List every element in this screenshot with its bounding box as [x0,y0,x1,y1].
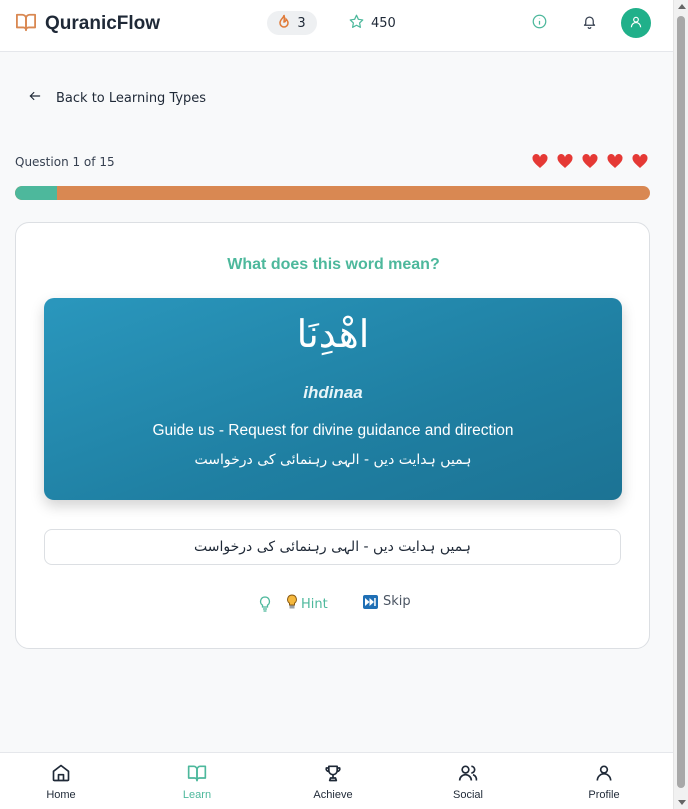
flame-icon [278,14,290,32]
app-logo[interactable]: QuranicFlow [15,12,160,36]
nav-item-profile[interactable]: Profile [564,763,644,801]
open-book-icon [15,12,37,36]
heart-icon [607,154,623,168]
nav-item-achieve[interactable]: Achieve [293,763,373,801]
users-icon [458,763,478,786]
user-icon [629,14,643,33]
arabic-word: اهْدِنَا [296,312,370,356]
word-flashcard: اهْدِنَا ihdinaa Guide us - Request for … [44,298,622,500]
info-icon [532,14,547,33]
heart-icon [632,154,648,168]
heart-icon [532,154,548,168]
arrow-left-icon [28,89,42,107]
info-button[interactable] [528,12,550,34]
answer-option[interactable]: ہمیں ہدایت دیں - الہی رہنمائی کی درخواست [44,529,621,565]
lightbulb-icon [286,594,298,614]
quiz-progress-bar [15,186,650,200]
heart-icon [582,154,598,168]
back-to-learning-types-link[interactable]: Back to Learning Types [28,89,206,107]
streak-badge[interactable]: 3 [267,11,317,35]
hint-button[interactable]: Hint [286,594,328,614]
fast-forward-icon [363,594,378,609]
word-transliteration: ihdinaa [303,383,363,402]
app-title: QuranicFlow [45,13,161,34]
nav-label-home: Home [46,789,76,801]
stars-count: 450 [371,15,396,31]
quiz-progress-fill [15,186,58,200]
nav-item-social[interactable]: Social [428,763,508,801]
scrollbar-thumb[interactable] [677,16,685,788]
nav-label-social: Social [453,789,483,801]
nav-label-learn: Learn [182,789,212,801]
question-counter: Question 1 of 15 [15,155,115,169]
heart-icon [557,154,573,168]
nav-label-profile: Profile [588,789,620,801]
notifications-button[interactable] [578,12,600,34]
top-header: QuranicFlow 3 450 [0,0,673,52]
star-icon [349,14,364,33]
word-meaning-urdu: ہمیں ہدایت دیں - الہی رہنمائی کی درخواست [194,452,472,468]
lives-hearts [531,152,649,169]
nav-label-achieve: Achieve [313,789,353,801]
question-prompt: What does this word mean? [227,256,440,273]
quiz-actions: Hint Skip [16,594,651,614]
back-link-label: Back to Learning Types [56,90,207,106]
book-icon [187,763,207,786]
nav-item-home[interactable]: Home [21,763,101,801]
stars-score[interactable]: 450 [349,11,396,35]
home-icon [51,763,71,786]
lightbulb-outline-icon [259,596,271,612]
nav-item-learn[interactable]: Learn [157,763,237,801]
question-card: What does this word mean? اهْدِنَا ihdin… [15,222,650,649]
scroll-down-arrow-icon[interactable] [678,800,686,805]
bottom-navigation: Home Learn Achieve Social Profile [0,752,673,809]
skip-label: Skip [383,594,411,609]
word-meaning-english: Guide us - Request for divine guidance a… [152,422,514,439]
streak-count: 3 [297,15,306,31]
skip-button[interactable]: Skip [363,594,411,609]
hint-label: Hint [301,596,328,612]
user-avatar[interactable] [621,8,651,38]
page-scrollbar[interactable] [673,0,688,809]
bell-icon [582,14,597,33]
user-icon [594,763,614,786]
trophy-icon [323,763,343,786]
scroll-up-arrow-icon[interactable] [678,4,686,9]
